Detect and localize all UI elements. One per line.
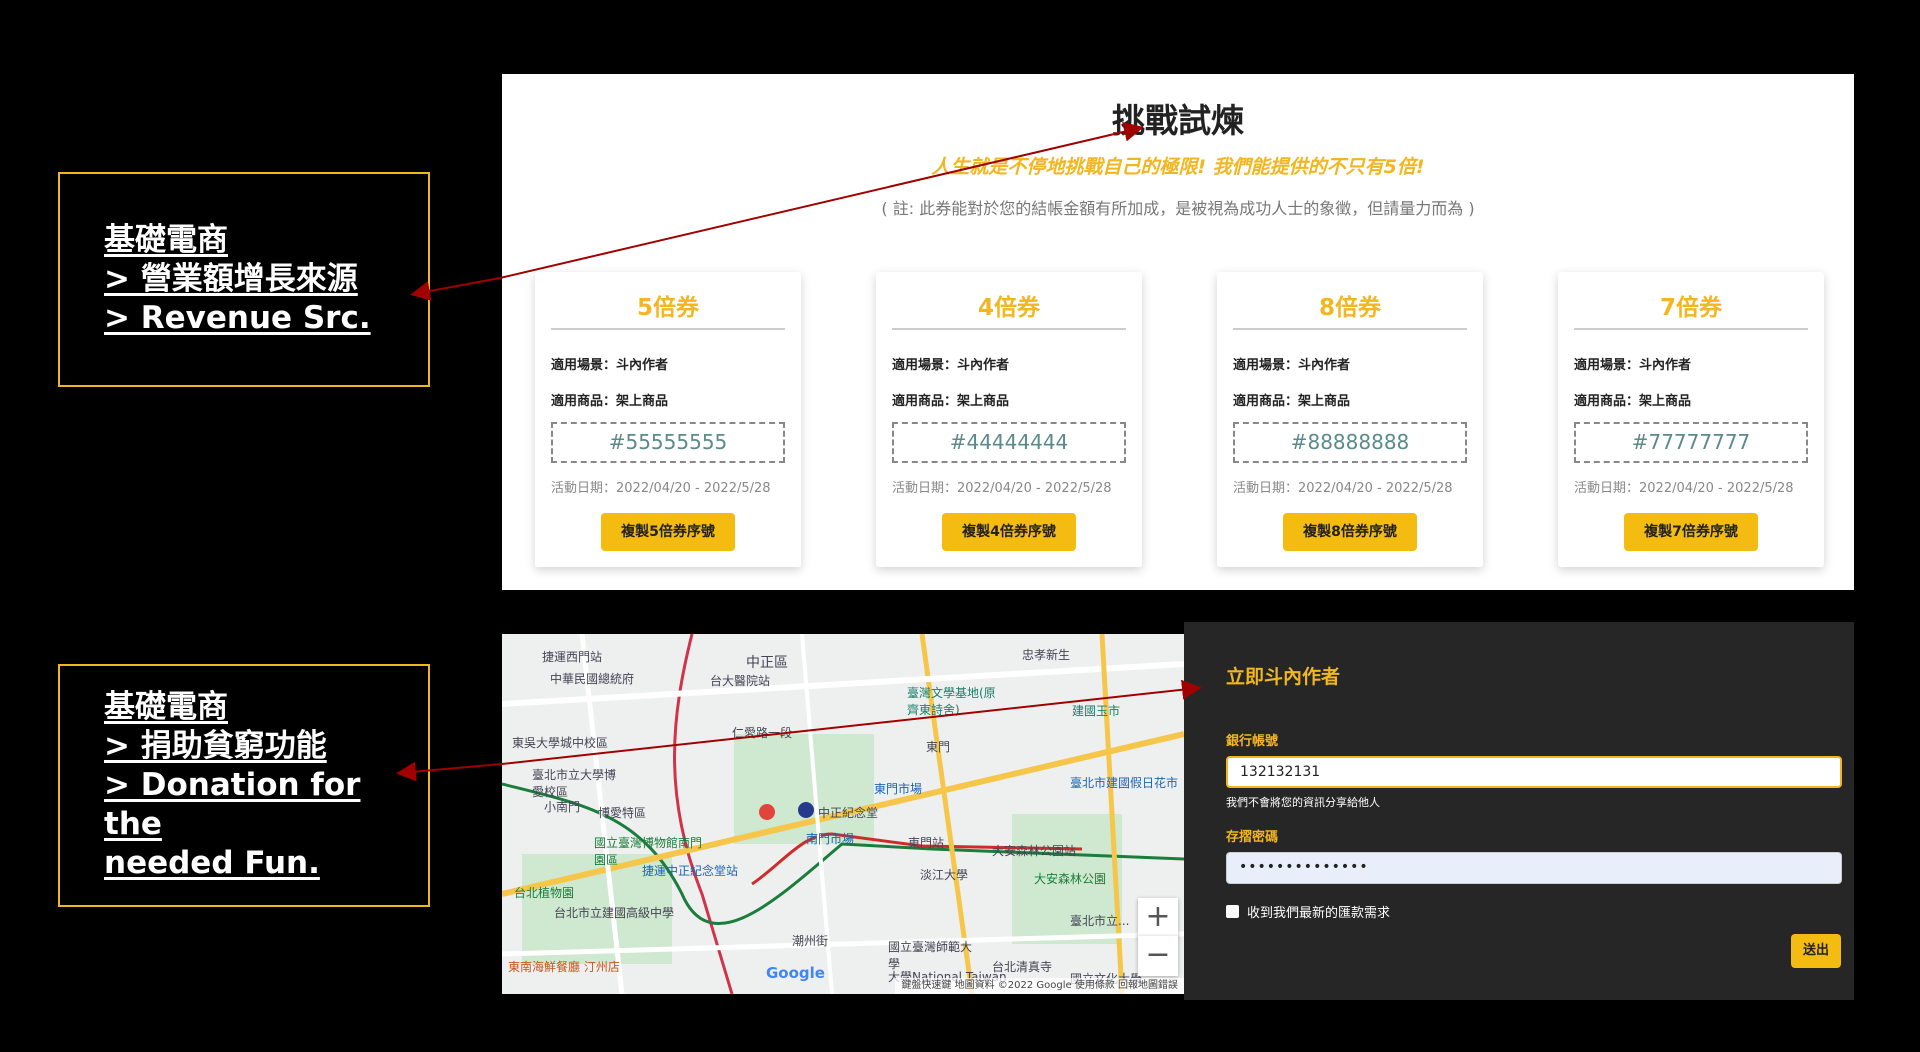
arrow-to-callout1 xyxy=(410,277,501,301)
arrow-to-form xyxy=(501,679,1202,765)
arrow-to-challenge xyxy=(499,121,1144,279)
arrow-to-callout2 xyxy=(396,761,503,782)
annotation-arrows xyxy=(396,121,1202,782)
